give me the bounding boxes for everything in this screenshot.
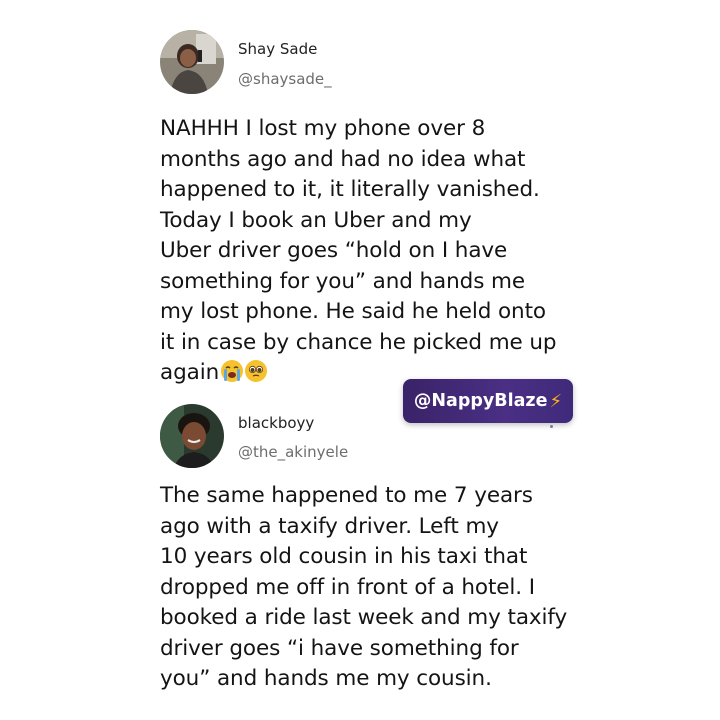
- tweet-body: The same happened to me 7 years ago with…: [160, 483, 568, 691]
- user-handle[interactable]: @the_akinyele: [238, 443, 348, 461]
- avatar[interactable]: [160, 404, 224, 468]
- tweet-2: blackboyy @the_akinyele The same happene…: [0, 0, 720, 720]
- display-name[interactable]: blackboyy: [238, 414, 314, 432]
